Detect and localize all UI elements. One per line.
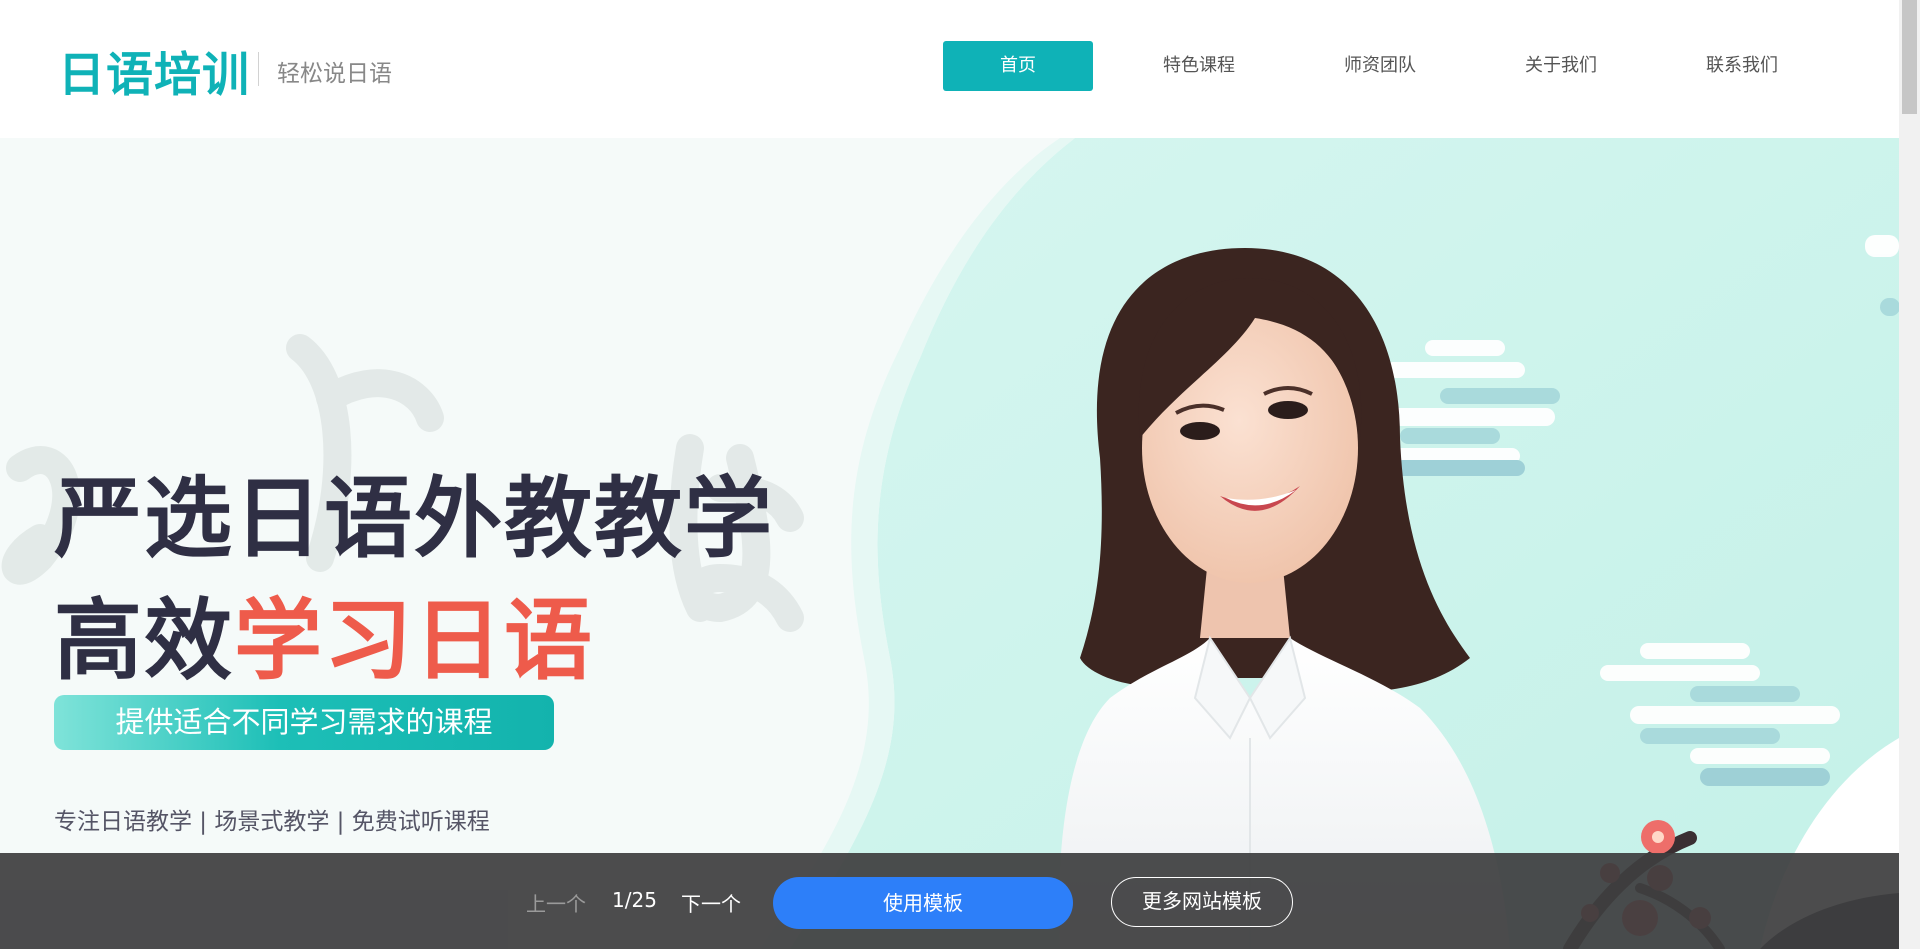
site-header: 日语培训 轻松说日语 首页 特色课程 师资团队 关于我们 联系我们: [0, 0, 1899, 138]
pill-text: 提供适合不同学习需求的课程: [115, 705, 493, 739]
nav-item-courses[interactable]: 特色课程: [1124, 41, 1274, 91]
nav-item-contact[interactable]: 联系我们: [1667, 41, 1817, 91]
hero-title-prefix: 高效: [54, 589, 235, 692]
course-pill-badge: 提供适合不同学习需求的课程: [54, 695, 554, 750]
brand-tagline: 轻松说日语: [277, 61, 392, 87]
brand-divider: [258, 52, 259, 86]
scrollbar-thumb[interactable]: [1902, 0, 1917, 114]
hero-title-line2: 高效学习日语: [54, 570, 594, 697]
nav-item-about[interactable]: 关于我们: [1486, 41, 1636, 91]
hero-title-line1: 严选日语外教教学: [54, 467, 775, 570]
page-scrollbar[interactable]: [1899, 0, 1920, 949]
feature-list: 专注日语教学 | 场景式教学 | 免费试听课程: [54, 809, 490, 835]
template-page-indicator: 1/25: [612, 888, 657, 912]
use-template-button[interactable]: 使用模板: [773, 877, 1073, 929]
template-bottom-bar: 上一个 1/25 下一个 使用模板 更多网站模板: [0, 853, 1899, 949]
hero-title-accent: 学习日语: [234, 589, 595, 692]
nav-item-teachers[interactable]: 师资团队: [1305, 41, 1455, 91]
hero-banner: 严选日语外教教学 高效学习日语 提供适合不同学习需求的课程 专注日语教学 | 场…: [0, 138, 1899, 949]
more-templates-button[interactable]: 更多网站模板: [1111, 877, 1293, 927]
next-template-link[interactable]: 下一个: [681, 888, 741, 917]
prev-template-link[interactable]: 上一个: [526, 888, 586, 917]
nav-item-home[interactable]: 首页: [943, 41, 1093, 91]
brand-logo[interactable]: 日语培训: [58, 36, 250, 105]
